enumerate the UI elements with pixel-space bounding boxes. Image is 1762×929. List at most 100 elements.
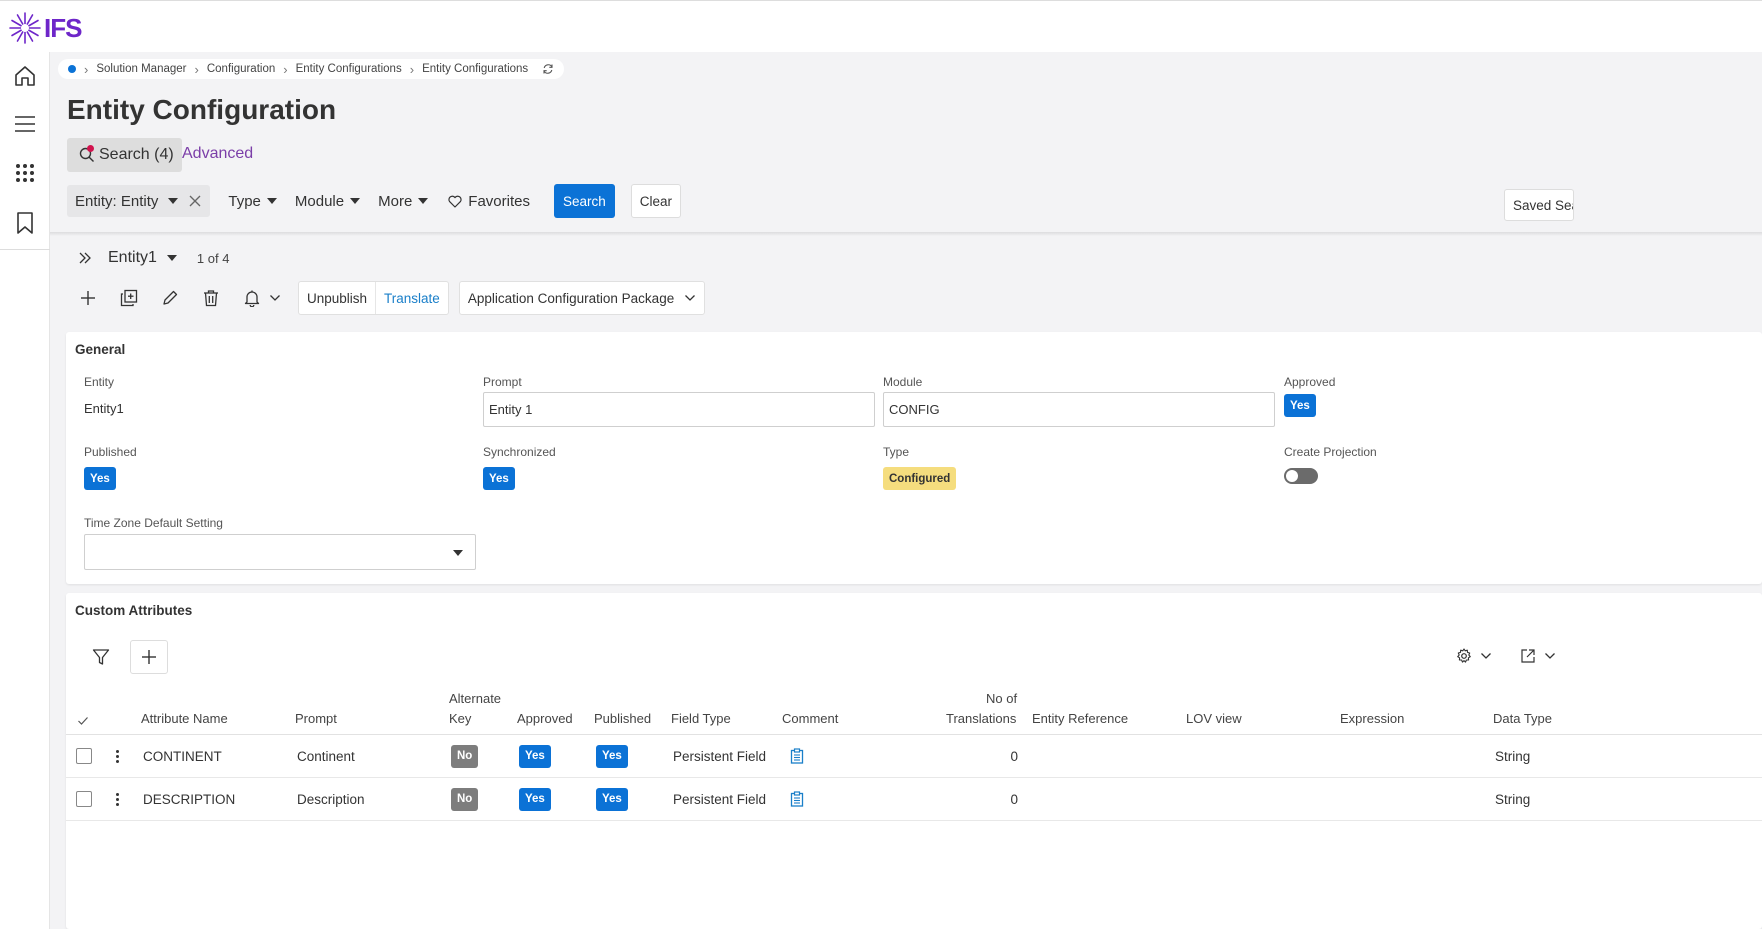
search-button[interactable]: Search [553, 184, 615, 218]
module-input[interactable]: CONFIG [883, 392, 1275, 427]
column-approved[interactable]: Approved [517, 709, 573, 728]
translate-button[interactable]: Translate [375, 282, 448, 314]
create-projection-label: Create Projection [1284, 445, 1377, 459]
comment-button[interactable] [790, 735, 804, 777]
notifications-dropdown[interactable] [268, 286, 282, 310]
filter-button[interactable] [82, 640, 120, 674]
time-zone-select[interactable] [84, 534, 476, 570]
clear-button[interactable]: Clear [630, 184, 682, 218]
table-settings-button[interactable] [1456, 648, 1492, 664]
pencil-icon [163, 290, 178, 305]
column-alternate-key-line1[interactable]: Alternate [449, 689, 501, 708]
caret-down-icon [266, 198, 277, 204]
notification-dot [87, 145, 94, 152]
notifications-button[interactable] [240, 286, 264, 310]
published-badge: Yes [596, 787, 628, 811]
create-projection-toggle[interactable] [1284, 468, 1318, 484]
edit-button[interactable] [158, 286, 182, 310]
heart-icon [448, 195, 462, 208]
column-published[interactable]: Published [594, 709, 651, 728]
published-badge: Yes [596, 744, 628, 768]
caret-down-icon[interactable] [166, 255, 177, 261]
module-filter-dropdown[interactable]: Module [294, 192, 361, 210]
column-entity-reference[interactable]: Entity Reference [1032, 709, 1128, 728]
export-button[interactable] [1520, 648, 1556, 664]
table-row[interactable]: DESCRIPTION Description No Yes Yes Persi… [66, 778, 1762, 821]
more-filter-dropdown[interactable]: More [378, 193, 429, 210]
table-row[interactable]: CONTINENT Continent No Yes Yes Persisten… [66, 735, 1762, 778]
column-comment[interactable]: Comment [782, 709, 838, 728]
breadcrumb-item[interactable]: Entity Configurations [296, 63, 402, 75]
add-button[interactable] [76, 286, 100, 310]
advanced-tab[interactable]: Advanced [182, 145, 253, 163]
bell-icon [244, 290, 260, 307]
column-data-type[interactable]: Data Type [1493, 709, 1552, 728]
row-checkbox[interactable] [76, 791, 92, 807]
record-name[interactable]: Entity1 [108, 249, 157, 267]
caret-down-icon [453, 550, 463, 556]
package-label: Application Configuration Package [467, 290, 675, 306]
plus-icon [81, 291, 95, 305]
column-prompt[interactable]: Prompt [295, 709, 337, 728]
page-title: Entity Configuration [67, 94, 337, 125]
refresh-icon[interactable] [542, 63, 554, 75]
clipboard-icon [790, 748, 804, 764]
ifs-logo-icon [9, 12, 41, 44]
column-expression[interactable]: Expression [1340, 709, 1404, 728]
apps-button[interactable] [12, 160, 38, 186]
row-checkbox[interactable] [76, 748, 92, 764]
chevron-down-icon [1545, 653, 1555, 659]
entity-filter-chip[interactable]: Entity: Entity [67, 185, 211, 217]
publish-button-group: Unpublish Translate [298, 281, 449, 315]
prompt-label: Prompt [483, 375, 522, 389]
row-actions-icon[interactable] [116, 749, 119, 763]
plus-icon [142, 650, 156, 664]
double-chevron-right-icon[interactable] [78, 251, 92, 265]
attributes-table: Attribute Name Prompt Alternate Key Appr… [66, 687, 1762, 821]
application-configuration-package-dropdown[interactable]: Application Configuration Package [458, 281, 706, 315]
unpublish-button[interactable]: Unpublish [299, 282, 375, 314]
row-actions-icon[interactable] [116, 792, 119, 806]
prompt-input[interactable]: Entity 1 [483, 392, 875, 427]
column-lov-view[interactable]: LOV view [1186, 709, 1242, 728]
favorites-button[interactable]: Favorites [448, 193, 530, 210]
search-tab[interactable]: Search (4) [67, 138, 182, 172]
clipboard-icon [790, 791, 804, 807]
select-all-check-icon[interactable] [77, 716, 89, 726]
duplicate-button[interactable] [117, 286, 141, 310]
column-field-type[interactable]: Field Type [671, 709, 731, 728]
close-icon[interactable] [188, 194, 202, 208]
column-alternate-key-line2[interactable]: Key [449, 709, 471, 728]
type-filter-dropdown[interactable]: Type [228, 193, 277, 210]
delete-button[interactable] [199, 286, 223, 310]
cell-prompt: Continent [297, 748, 355, 764]
ifs-logo[interactable]: IFS [8, 11, 82, 45]
comment-button[interactable] [790, 778, 804, 820]
table-header: Attribute Name Prompt Alternate Key Appr… [66, 687, 1762, 735]
menu-button[interactable] [12, 111, 38, 137]
add-attribute-button[interactable] [130, 640, 168, 674]
logo-text: IFS [44, 12, 82, 43]
column-attribute-name[interactable]: Attribute Name [141, 709, 228, 728]
home-button[interactable] [12, 63, 38, 89]
apps-grid-icon [16, 164, 34, 182]
column-no-of-translations-line1[interactable]: No of [986, 689, 1017, 708]
approved-badge: Yes [519, 787, 551, 811]
column-no-of-translations-line2[interactable]: Translations [946, 709, 1016, 728]
breadcrumb-item[interactable]: Solution Manager [96, 63, 186, 75]
time-zone-field: Time Zone Default Setting [84, 516, 476, 570]
general-panel-title: General [75, 342, 126, 357]
synchronized-field: Synchronized Yes [483, 445, 556, 490]
saved-searches-button[interactable]: Saved Searches [1504, 189, 1574, 221]
favorites-label: Favorites [468, 192, 530, 210]
caret-down-icon[interactable] [168, 198, 179, 204]
synchronized-label: Synchronized [483, 445, 556, 459]
attributes-toolbar [82, 640, 168, 674]
type-field: Type Configured [883, 445, 957, 490]
breadcrumb-home-dot[interactable] [68, 65, 76, 73]
entity-field: Entity Entity1 [84, 375, 124, 416]
breadcrumb-item[interactable]: Configuration [207, 63, 275, 75]
module-filter-label: Module [294, 192, 345, 210]
bookmarks-button[interactable] [12, 210, 38, 236]
cell-prompt: Description [297, 791, 365, 807]
